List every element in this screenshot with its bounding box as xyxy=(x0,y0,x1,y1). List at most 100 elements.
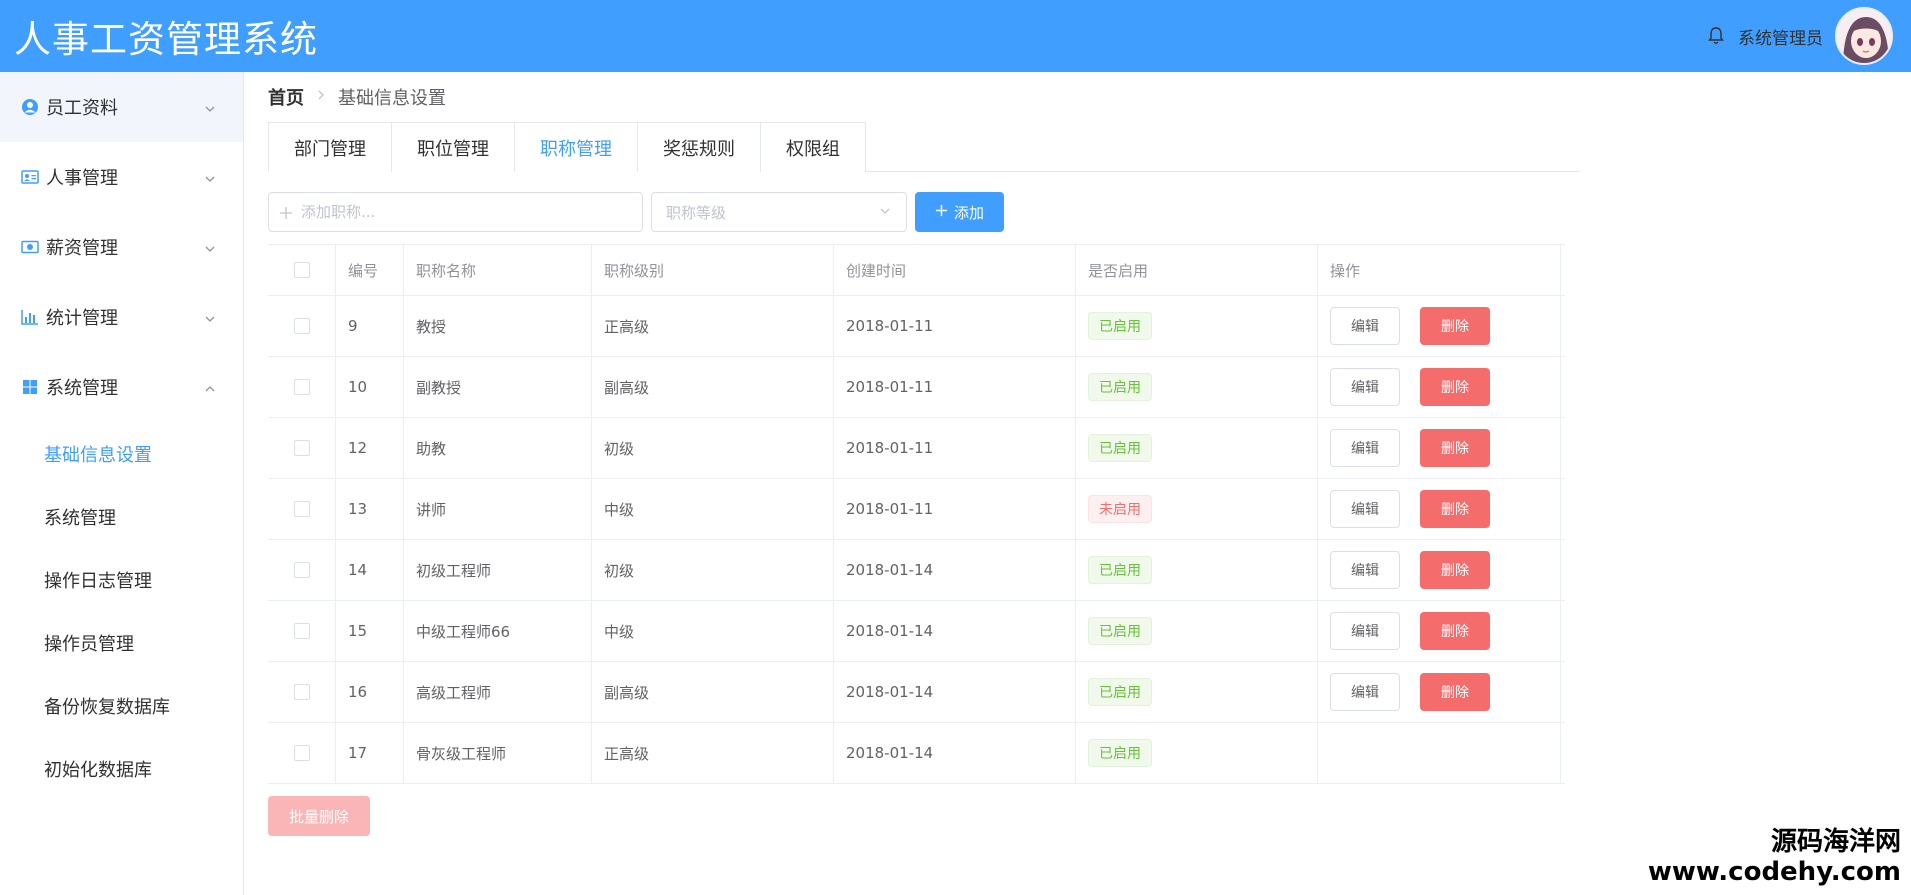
chevron-right-icon xyxy=(316,89,326,105)
delete-button[interactable]: 删除 xyxy=(1420,673,1490,711)
cell-name: 副教授 xyxy=(404,357,592,417)
sidebar-item-label: 薪资管理 xyxy=(46,238,118,259)
cell-level: 初级 xyxy=(592,540,834,600)
cell-status: 未启用 xyxy=(1076,479,1318,539)
sidebar-subitem-basic-info[interactable]: 基础信息设置 xyxy=(0,422,243,485)
edit-button[interactable]: 编辑 xyxy=(1330,673,1400,711)
cell-level: 中级 xyxy=(592,601,834,661)
sidebar-subitem-init-db[interactable]: 初始化数据库 xyxy=(0,737,243,800)
sidebar-item-personnel[interactable]: 人事管理 xyxy=(0,142,243,212)
delete-button[interactable]: 删除 xyxy=(1420,368,1490,406)
row-checkbox-cell xyxy=(268,479,336,539)
watermark-line1: 源码海洋网 xyxy=(1770,827,1901,857)
batch-delete-button[interactable]: 批量删除 xyxy=(268,796,370,836)
row-checkbox[interactable] xyxy=(293,684,310,700)
sidebar-subitem-system-manage[interactable]: 系统管理 xyxy=(0,485,243,548)
tab-job-title[interactable]: 职称管理 xyxy=(514,122,638,172)
cell-id: 12 xyxy=(336,418,404,478)
edit-button[interactable]: 编辑 xyxy=(1330,490,1400,528)
cell-actions xyxy=(1318,723,1561,783)
header-actions: 操作 xyxy=(1318,245,1561,295)
table-row: 17 骨灰级工程师 正高级 2018-01-14 已启用 xyxy=(268,723,1565,784)
sidebar-item-label: 统计管理 xyxy=(46,308,118,329)
user-name[interactable]: 系统管理员 xyxy=(1738,24,1823,49)
delete-button[interactable]: 删除 xyxy=(1420,490,1490,528)
tab-reward-rules[interactable]: 奖惩规则 xyxy=(637,122,761,172)
cell-id: 16 xyxy=(336,662,404,722)
cell-actions: 编辑 删除 xyxy=(1318,418,1561,478)
edit-button[interactable]: 编辑 xyxy=(1330,307,1400,345)
tab-department[interactable]: 部门管理 xyxy=(268,122,392,172)
bell-icon[interactable] xyxy=(1706,26,1726,46)
status-badge: 已启用 xyxy=(1088,312,1152,340)
sidebar-item-statistics[interactable]: 统计管理 xyxy=(0,282,243,352)
row-checkbox[interactable] xyxy=(293,745,310,761)
sidebar-item-employee[interactable]: 员工资料 xyxy=(0,72,243,142)
table-row: 14 初级工程师 初级 2018-01-14 已启用 编辑 删除 xyxy=(268,540,1565,601)
cell-created: 2018-01-14 xyxy=(834,601,1076,661)
header-level: 职称级别 xyxy=(592,245,834,295)
sidebar-subitem-operators[interactable]: 操作员管理 xyxy=(0,611,243,674)
chevron-down-icon xyxy=(203,240,217,254)
cell-actions: 编辑 删除 xyxy=(1318,479,1561,539)
breadcrumb-home[interactable]: 首页 xyxy=(268,84,304,110)
cell-level: 副高级 xyxy=(592,662,834,722)
row-checkbox[interactable] xyxy=(293,501,310,517)
add-button-label: 添加 xyxy=(954,203,985,222)
sidebar-subitem-operation-log[interactable]: 操作日志管理 xyxy=(0,548,243,611)
table-row: 10 副教授 副高级 2018-01-11 已启用 编辑 删除 xyxy=(268,357,1565,418)
sidebar-item-system[interactable]: 系统管理 xyxy=(0,352,243,422)
table-row: 13 讲师 中级 2018-01-11 未启用 编辑 删除 xyxy=(268,479,1565,540)
edit-button[interactable]: 编辑 xyxy=(1330,612,1400,650)
status-badge: 已启用 xyxy=(1088,434,1152,462)
plus-icon xyxy=(279,205,293,219)
edit-button[interactable]: 编辑 xyxy=(1330,368,1400,406)
toolbar: 职称等级 添加 xyxy=(268,192,1588,232)
cell-actions: 编辑 删除 xyxy=(1318,357,1561,417)
title-level-select[interactable]: 职称等级 xyxy=(651,192,907,232)
row-checkbox[interactable] xyxy=(293,623,310,639)
avatar[interactable] xyxy=(1835,7,1893,65)
edit-button[interactable]: 编辑 xyxy=(1330,429,1400,467)
row-checkbox[interactable] xyxy=(293,562,310,578)
money-icon xyxy=(20,237,40,257)
breadcrumb: 首页 基础信息设置 xyxy=(268,72,1588,122)
cell-level: 副高级 xyxy=(592,357,834,417)
cell-name: 中级工程师66 xyxy=(404,601,592,661)
row-checkbox[interactable] xyxy=(293,379,310,395)
cell-created: 2018-01-14 xyxy=(834,540,1076,600)
cell-id: 15 xyxy=(336,601,404,661)
sidebar-item-salary[interactable]: 薪资管理 xyxy=(0,212,243,282)
delete-button[interactable]: 删除 xyxy=(1420,612,1490,650)
add-title-field[interactable] xyxy=(268,192,643,232)
edit-button[interactable]: 编辑 xyxy=(1330,551,1400,589)
title-level-placeholder: 职称等级 xyxy=(666,203,727,222)
sidebar-subitem-backup-restore[interactable]: 备份恢复数据库 xyxy=(0,674,243,737)
tab-position[interactable]: 职位管理 xyxy=(391,122,515,172)
header-id: 编号 xyxy=(336,245,404,295)
cell-name: 讲师 xyxy=(404,479,592,539)
header-enabled: 是否启用 xyxy=(1076,245,1318,295)
row-checkbox[interactable] xyxy=(293,318,310,334)
add-button[interactable]: 添加 xyxy=(915,192,1005,232)
row-checkbox-cell xyxy=(268,418,336,478)
cell-actions: 编辑 删除 xyxy=(1318,296,1561,356)
cell-level: 中级 xyxy=(592,479,834,539)
bar-chart-icon xyxy=(20,307,40,327)
header-user-area[interactable]: 系统管理员 xyxy=(1706,7,1893,65)
tab-bar: 部门管理 职位管理 职称管理 奖惩规则 权限组 xyxy=(268,122,1580,172)
cell-actions: 编辑 删除 xyxy=(1318,601,1561,661)
delete-button[interactable]: 删除 xyxy=(1420,307,1490,345)
delete-button[interactable]: 删除 xyxy=(1420,551,1490,589)
sidebar: 员工资料 人事管理 薪资管理 统计管理 系统管理 基础信息设置 系统管理 操作日… xyxy=(0,72,244,895)
select-all-checkbox[interactable] xyxy=(293,262,310,278)
chevron-up-icon xyxy=(203,380,217,394)
add-title-input[interactable] xyxy=(301,203,601,221)
cell-id: 10 xyxy=(336,357,404,417)
delete-button[interactable]: 删除 xyxy=(1420,429,1490,467)
cell-actions: 编辑 删除 xyxy=(1318,662,1561,722)
row-checkbox[interactable] xyxy=(293,440,310,456)
status-badge: 已启用 xyxy=(1088,556,1152,584)
tab-permission-group[interactable]: 权限组 xyxy=(760,122,866,172)
user-circle-icon xyxy=(20,97,40,117)
